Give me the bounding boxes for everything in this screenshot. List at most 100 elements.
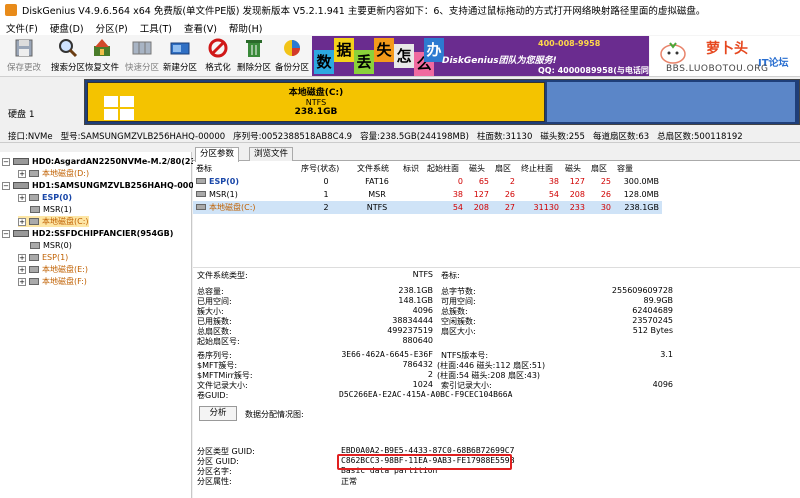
save-button[interactable]: 保存更改 xyxy=(2,37,46,75)
new-partition-icon xyxy=(170,42,190,55)
disk-label: 硬盘 1 xyxy=(8,110,35,120)
partition-block-other[interactable] xyxy=(547,82,795,122)
col-size[interactable]: 容量 xyxy=(614,162,662,175)
detail-value: 880640 xyxy=(402,336,433,345)
tree-partition-c[interactable]: + 本地磁盘(C:) xyxy=(18,216,89,227)
detail-value: 23570245 xyxy=(632,316,673,325)
menu-disk[interactable]: 硬盘(D) xyxy=(44,21,90,35)
recover-icon xyxy=(94,39,110,56)
menu-view[interactable]: 查看(V) xyxy=(178,21,223,35)
info-model: 型号:SAMSUNGMZVLB256HAHQ-00000 xyxy=(60,131,226,142)
mftmirr-value: 2 xyxy=(427,370,433,379)
col-start-head[interactable]: 磁头 xyxy=(466,162,492,175)
analyze-button[interactable]: 分析 xyxy=(199,406,237,421)
col-id[interactable]: 标识 xyxy=(400,162,424,175)
expand-icon[interactable]: + xyxy=(18,193,26,202)
info-cylinders: 柱面数:31130 xyxy=(476,131,533,142)
tree-partition-e[interactable]: + 本地磁盘(E:) xyxy=(18,264,88,275)
menu-file[interactable]: 文件(F) xyxy=(0,21,44,35)
expand-icon[interactable]: + xyxy=(18,253,26,262)
col-start-sector[interactable]: 扇区 xyxy=(492,162,518,175)
expand-icon[interactable]: + xyxy=(18,169,26,178)
menu-help[interactable]: 帮助(H) xyxy=(223,21,269,35)
info-serial: 序列号:0052388518AB8C4.9 xyxy=(233,131,353,142)
partition-table: 卷标 序号(状态) 文件系统 标识 起始柱面 磁头 扇区 终止柱面 磁头 扇区 … xyxy=(193,162,662,214)
banner-char-4: 失 xyxy=(374,38,394,62)
partition-icon xyxy=(29,254,39,261)
detail-value: 499237519 xyxy=(387,326,433,335)
index-size-value: 4096 xyxy=(652,380,673,389)
recover-files-button[interactable]: 恢复文件 xyxy=(80,37,124,75)
tree-partition-d[interactable]: + 本地磁盘(D:) xyxy=(18,168,89,179)
title-bar: DiskGenius V4.9.6.564 x64 免费版(单文件PE版) 发现… xyxy=(0,0,800,20)
table-row[interactable]: MSR(1) 1 MSR 38 127 26 54 208 26 128.0MB xyxy=(193,188,662,201)
detail-value: 255609609728 xyxy=(611,286,673,295)
tab-partition-params[interactable]: 分区参数 xyxy=(195,147,240,162)
detail-value: 512 Bytes xyxy=(632,326,673,335)
disk-partition-bar: 本地磁盘(C:) NTFS 238.1GB xyxy=(84,79,800,125)
menu-tools[interactable]: 工具(T) xyxy=(134,21,178,35)
search-icon xyxy=(59,39,78,58)
app-icon xyxy=(5,4,17,16)
tree-partition-msr0[interactable]: MSR(0) xyxy=(30,240,72,251)
partition-block-fs: NTFS xyxy=(305,98,327,107)
info-capacity: 容量:238.5GB(244198MB) xyxy=(360,131,469,142)
col-seq[interactable]: 序号(状态) xyxy=(298,162,354,175)
col-end-head[interactable]: 磁头 xyxy=(562,162,588,175)
window-title: DiskGenius V4.9.6.564 x64 免费版(单文件PE版) 发现… xyxy=(22,6,706,17)
usage-chart-label: 数据分配情况图: xyxy=(245,410,304,419)
format-icon xyxy=(208,38,228,58)
table-row[interactable]: ESP(0) 0 FAT16 0 65 2 38 127 25 300.0MB xyxy=(193,175,662,188)
info-heads: 磁头数:255 xyxy=(540,131,585,142)
collapse-icon[interactable]: − xyxy=(2,229,10,238)
tree-partition-esp0[interactable]: + ESP(0) xyxy=(18,192,72,203)
detail-value: 148.1GB xyxy=(398,296,433,305)
windows-logo-icon xyxy=(104,96,134,120)
info-interface: 接口:NVMe xyxy=(8,131,53,142)
backup-partition-button[interactable]: 备份分区 xyxy=(270,37,314,75)
volume-serial-value: 3E66-462A-6645-E36F xyxy=(341,350,433,359)
expand-icon[interactable]: + xyxy=(18,277,26,286)
fs-type-value: NTFS xyxy=(412,270,433,279)
detail-label: 扇区大小: xyxy=(441,327,476,336)
detail-label: 分区属性: xyxy=(197,477,232,486)
partition-block-c[interactable]: 本地磁盘(C:) NTFS 238.1GB xyxy=(87,82,545,122)
banner-char-1: 数 xyxy=(314,50,334,74)
tree-disk-hd2[interactable]: − HD2:SSFDCHIPFANCIER(954GB) xyxy=(2,228,173,239)
disk-tree: − HD0:AsgardAN2250NVMe-M.2/80(233G + 本地磁… xyxy=(0,152,220,498)
hard-disk-icon xyxy=(13,158,29,165)
save-icon xyxy=(15,39,33,57)
collapse-icon[interactable]: − xyxy=(2,157,10,166)
volume-label-label: 卷标: xyxy=(441,271,460,280)
col-start-cyl[interactable]: 起始柱面 xyxy=(424,162,466,175)
partition-attr-value: 正常 xyxy=(341,477,357,486)
tree-partition-f[interactable]: + 本地磁盘(F:) xyxy=(18,276,87,287)
banner-char-3: 丢 xyxy=(354,50,374,74)
partition-icon xyxy=(29,194,39,201)
highlight-box xyxy=(337,454,512,470)
tree-disk-hd1[interactable]: − HD1:SAMSUNGMZVLB256HAHQ-00000(23 xyxy=(2,180,220,191)
menu-partition[interactable]: 分区(P) xyxy=(90,21,134,35)
detail-label: 起始扇区号: xyxy=(197,337,240,346)
col-end-sector[interactable]: 扇区 xyxy=(588,162,614,175)
col-label[interactable]: 卷标 xyxy=(193,162,298,175)
fs-type-label: 文件系统类型: xyxy=(197,271,248,280)
partition-icon xyxy=(29,170,39,177)
forum-logo: 萝卜头 IT论坛 BBS.LUOBOTOU.ORG xyxy=(650,36,800,76)
tree-disk-hd0[interactable]: − HD0:AsgardAN2250NVMe-M.2/80(233G xyxy=(2,156,208,167)
partition-icon xyxy=(196,191,206,197)
banner-char-5: 怎 xyxy=(394,44,414,68)
tree-partition-msr1[interactable]: MSR(1) xyxy=(30,204,72,215)
col-fs[interactable]: 文件系统 xyxy=(354,162,400,175)
col-end-cyl[interactable]: 终止柱面 xyxy=(518,162,562,175)
promo-banner[interactable]: 数 据 丢 失 怎 么 办 400-008-9958 DiskGenius团队为… xyxy=(312,36,649,76)
disk-info-line: 接口:NVMe 型号:SAMSUNGMZVLB256HAHQ-00000 序列号… xyxy=(0,129,800,143)
collapse-icon[interactable]: − xyxy=(2,181,10,190)
tree-partition-esp1[interactable]: + ESP(1) xyxy=(18,252,68,263)
record-size-value: 1024 xyxy=(412,380,433,389)
expand-icon[interactable]: + xyxy=(18,217,26,226)
tab-browse-files[interactable]: 浏览文件 xyxy=(249,147,294,161)
expand-icon[interactable]: + xyxy=(18,265,26,274)
partition-icon xyxy=(196,178,206,184)
table-row-selected[interactable]: 本地磁盘(C:) 2 NTFS 54 208 27 31130 233 30 2… xyxy=(193,201,662,214)
